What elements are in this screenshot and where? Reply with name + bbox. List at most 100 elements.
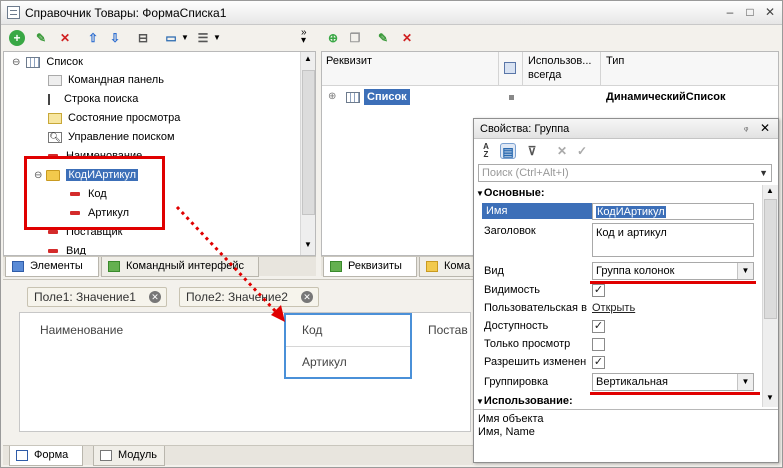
column-header-always-line1[interactable]: Использов... — [528, 55, 591, 67]
minimize-icon[interactable]: – — [721, 5, 739, 21]
tab-form[interactable]: Форма — [9, 446, 83, 466]
tree-scrollbar[interactable]: ▲ ▼ — [300, 52, 315, 255]
tree-item-search-control[interactable]: 🔍︎ Управление поиском — [48, 128, 175, 146]
dropdown-arrow-icon[interactable]: ▼ — [737, 374, 753, 390]
property-kind-label: Вид — [484, 265, 504, 277]
tree-item-view-state[interactable]: Состояние просмотра — [48, 109, 180, 127]
tab-commands[interactable]: Кома — [419, 257, 479, 277]
maximize-icon[interactable]: □ — [741, 5, 759, 21]
attribute-row[interactable]: ⊕ Список ДинамическийСписок — [322, 88, 778, 106]
form-view-dropdown-icon[interactable]: ▼ — [181, 33, 189, 42]
property-kind-select[interactable]: Группа колонок ▼ — [592, 262, 754, 280]
table-icon — [346, 92, 360, 103]
properties-list: ▼Основные: Имя КодИАртикул Заголовок Код… — [474, 185, 762, 417]
close-icon[interactable]: ✕ — [760, 121, 770, 135]
command-panel-icon — [48, 74, 62, 86]
categorized-icon[interactable]: ▤ — [500, 143, 516, 159]
move-down-icon[interactable]: ⇩ — [107, 30, 123, 46]
close-icon[interactable]: ✕ — [761, 5, 779, 21]
add-attribute-icon[interactable]: ⊕ — [325, 30, 341, 46]
field-icon — [70, 192, 80, 197]
remove-chip-icon[interactable]: ✕ — [149, 291, 161, 303]
annotation-arrow — [175, 205, 285, 322]
clear-icon[interactable]: ✕ — [554, 143, 570, 159]
command-interface-icon — [108, 261, 120, 272]
layout-icon[interactable]: ☰ — [195, 30, 211, 46]
delete-icon[interactable]: ✕ — [399, 30, 415, 46]
code-article-group-header: Код Артикул — [284, 313, 412, 379]
section-usage[interactable]: ▼Использование: — [476, 393, 573, 409]
left-toolbar: + ✎ ✕ ⇧ ⇩ ⊟ ▭ ▼ ☰ ▼ » ▾ — [3, 27, 316, 49]
footer-line-2: Имя, Name — [478, 426, 535, 438]
tree-item-command-panel[interactable]: Командная панель — [48, 71, 164, 89]
column-supplier-header: Постав — [428, 323, 468, 337]
properties-footer: Имя объекта Имя, Name — [474, 409, 778, 462]
expand-icon[interactable]: ⊕ — [328, 88, 336, 106]
apply-icon[interactable]: ✓ — [574, 143, 590, 159]
search-dropdown-icon[interactable]: ▼ — [759, 165, 768, 181]
attributes-icon — [330, 261, 342, 272]
add-icon[interactable]: + — [9, 30, 25, 46]
tree-item-kind[interactable]: Вид — [48, 242, 86, 255]
property-enabled-checkbox[interactable]: ✓ — [592, 320, 605, 333]
tab-module[interactable]: Модуль — [93, 446, 165, 466]
pin-icon[interactable]: ᵩ — [744, 122, 748, 133]
properties-title: Свойства: Группа — [480, 123, 570, 135]
module-tab-icon — [100, 450, 112, 461]
attribute-type: ДинамическийСписок — [606, 91, 726, 103]
property-allow-change-label: Разрешить изменен — [484, 356, 587, 368]
layout-dropdown-icon[interactable]: ▼ — [213, 33, 221, 42]
more-icon[interactable]: » ▾ — [301, 28, 307, 46]
copy-icon[interactable]: ❐ — [347, 30, 363, 46]
column-header-attribute[interactable]: Реквизит — [326, 55, 372, 67]
property-grouping-label: Группировка — [484, 376, 549, 388]
table-icon — [26, 56, 41, 68]
edit-icon[interactable]: ✎ — [33, 30, 49, 46]
property-name-input[interactable]: КодИАртикул — [592, 203, 754, 220]
filter-chip-1[interactable]: Поле1: Значение1 ✕ — [27, 287, 167, 307]
attribute-name: Список — [364, 89, 410, 105]
property-user-visible-link[interactable]: Открыть — [592, 300, 635, 316]
column-code-header: Код — [302, 323, 323, 337]
properties-title-bar: Свойства: Группа ᵩ ✕ — [474, 119, 778, 139]
folder-icon — [46, 169, 61, 181]
tree-item-article[interactable]: Артикул — [70, 204, 129, 222]
search-line-icon — [48, 93, 58, 105]
field-icon — [48, 230, 58, 235]
tree-item-supplier[interactable]: Поставщик — [48, 223, 122, 241]
section-main[interactable]: ▼Основные: — [476, 185, 545, 201]
tree-item-name[interactable]: Наименование — [48, 147, 142, 165]
always-marker — [509, 95, 514, 100]
tree-item-code-article-group[interactable]: ⊖ КодИАртикул — [34, 166, 139, 184]
column-header-type[interactable]: Тип — [606, 55, 624, 67]
delete-icon[interactable]: ✕ — [57, 30, 73, 46]
dropdown-arrow-icon[interactable]: ▼ — [737, 263, 753, 279]
tab-elements[interactable]: Элементы — [5, 257, 99, 277]
magnifier-icon: 🔍︎ — [48, 131, 62, 143]
property-caption-input[interactable]: Код и артикул — [592, 223, 754, 257]
tree-item-search-line[interactable]: Строка поиска — [48, 90, 138, 108]
tree-item-list[interactable]: ⊖ Список — [12, 53, 83, 71]
column-header-always-line2: всегда — [528, 69, 562, 81]
form-tab-icon — [16, 450, 28, 461]
property-grouping-select[interactable]: Вертикальная ▼ — [592, 373, 754, 391]
field-icon — [48, 249, 58, 254]
group-icon[interactable]: ⊟ — [135, 30, 151, 46]
tab-attributes[interactable]: Реквизиты — [323, 257, 417, 277]
move-up-icon[interactable]: ⇧ — [85, 30, 101, 46]
properties-scrollbar[interactable]: ▲ ▼ — [762, 185, 778, 407]
remove-chip-icon[interactable]: ✕ — [301, 291, 313, 303]
property-readonly-checkbox[interactable] — [592, 338, 605, 351]
filter-icon[interactable]: ⊽ — [524, 143, 540, 159]
column-article-header: Артикул — [302, 355, 347, 369]
sort-alpha-icon[interactable]: AZ — [478, 143, 494, 159]
property-readonly-label: Только просмотр — [484, 338, 571, 350]
field-icon — [70, 211, 80, 216]
property-visible-checkbox[interactable]: ✓ — [592, 284, 605, 297]
commands-icon — [426, 261, 438, 272]
properties-search-input[interactable]: Поиск (Ctrl+Alt+I) ▼ — [478, 164, 772, 182]
property-allow-change-checkbox[interactable]: ✓ — [592, 356, 605, 369]
form-view-icon[interactable]: ▭ — [163, 30, 179, 46]
edit-icon[interactable]: ✎ — [375, 30, 391, 46]
tree-item-code[interactable]: Код — [70, 185, 107, 203]
